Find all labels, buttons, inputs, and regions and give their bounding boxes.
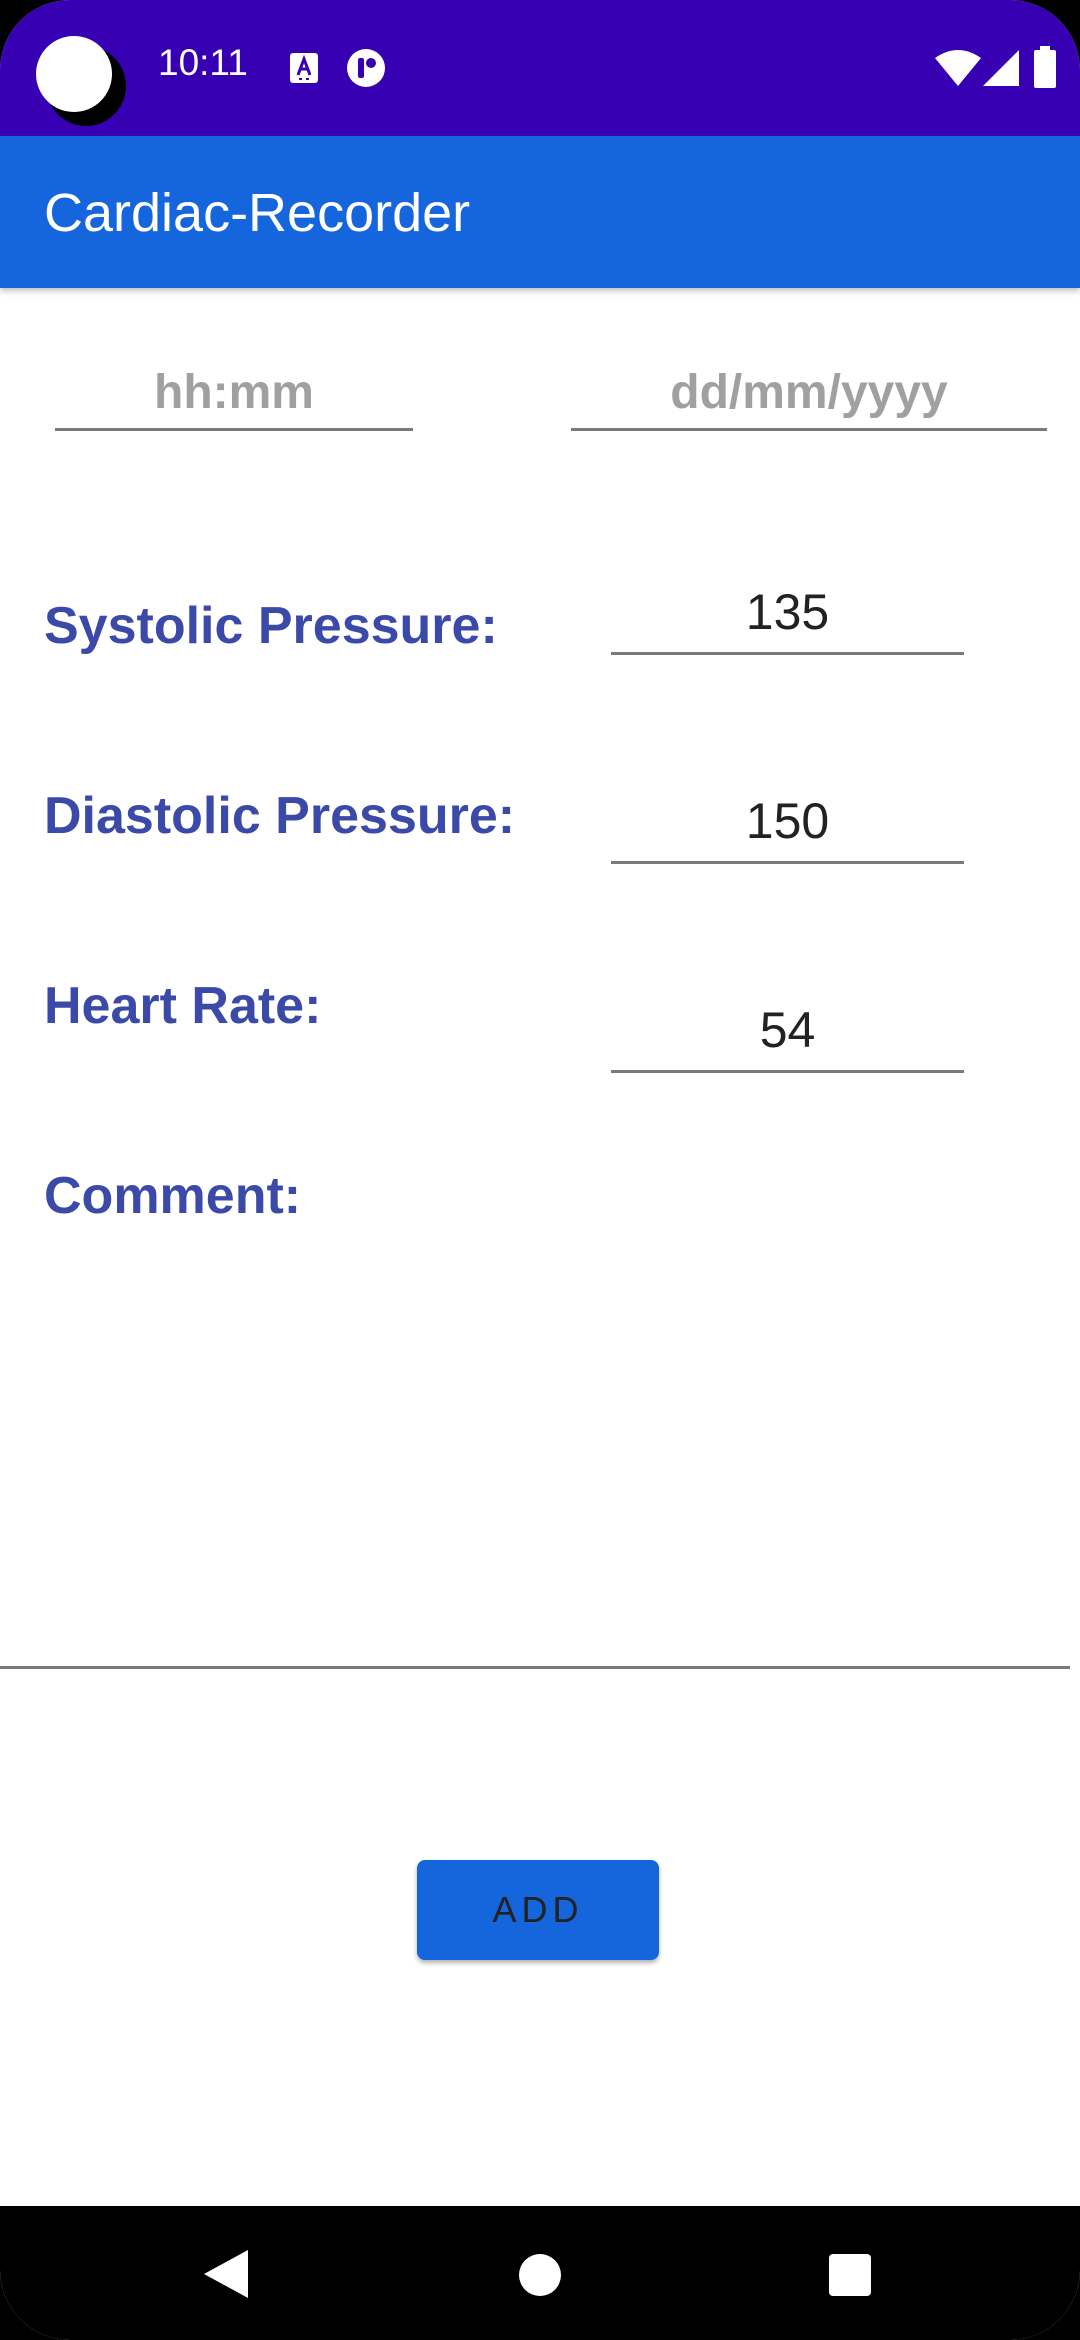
status-time: 10:11 — [158, 42, 248, 83]
systolic-pressure-label: Systolic Pressure: — [44, 597, 498, 655]
diastolic-pressure-input[interactable] — [611, 781, 964, 864]
status-bar: 10:11 — [0, 0, 1080, 136]
comment-label: Comment: — [44, 1167, 302, 1225]
add-button[interactable]: ADD — [417, 1860, 659, 1960]
heart-rate-label: Heart Rate: — [44, 977, 322, 1035]
phone-screen: 10:11 Cardiac-Recorder Systolic Pressure — [0, 0, 1080, 2340]
heart-rate-input[interactable] — [611, 990, 964, 1073]
battery-icon — [1034, 46, 1056, 88]
app-title: Cardiac-Recorder — [44, 183, 471, 243]
comment-input[interactable] — [0, 1236, 1070, 1669]
home-icon[interactable] — [519, 2254, 561, 2296]
signal-icon — [983, 50, 1019, 86]
time-input[interactable] — [55, 356, 413, 431]
app-notification-icon — [347, 49, 385, 87]
recents-icon[interactable] — [829, 2254, 871, 2296]
navigation-bar — [0, 2206, 1080, 2340]
text-notification-icon — [290, 53, 318, 83]
back-icon[interactable] — [204, 2250, 248, 2298]
app-bar: Cardiac-Recorder — [0, 136, 1080, 288]
diastolic-pressure-label: Diastolic Pressure: — [44, 787, 516, 845]
systolic-pressure-input[interactable] — [611, 572, 964, 655]
wifi-icon — [935, 50, 981, 86]
date-input[interactable] — [571, 356, 1047, 431]
camera-cutout-icon — [36, 36, 126, 126]
